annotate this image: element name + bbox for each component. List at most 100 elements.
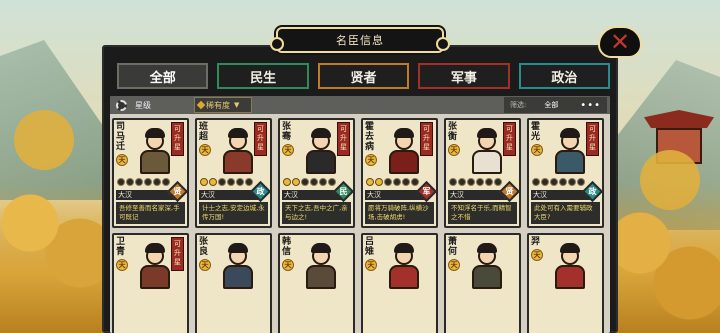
grade-badge: 天 [365,259,377,271]
minister-portrait [217,241,259,291]
star-icon [236,178,244,186]
star-icon [245,178,253,186]
minister-panel: 全部 民生 贤者 军事 政治 星级 稀有度 ▼ 筛选: 全部 ••• 司马迁天可… [102,45,618,333]
close-button[interactable]: ✕ [598,26,642,58]
minister-card[interactable]: 羿天 [527,233,604,333]
star-rating [449,178,502,186]
minister-portrait [383,126,425,176]
grade-badge: 天 [448,144,460,156]
grade-badge: 天 [282,259,294,271]
star-icon [402,178,410,186]
star-icon [126,178,134,186]
star-rating [283,178,336,186]
minister-portrait [549,241,591,291]
grade-badge: 天 [531,144,543,156]
star-icon [117,178,125,186]
star-icon [310,178,318,186]
screen-filter-button[interactable]: 筛选: 全部 ••• [504,97,607,113]
minister-portrait [300,126,342,176]
title-banner: 名臣信息 [270,27,450,53]
star-icon [375,178,383,186]
star-icon [449,178,457,186]
screen-filter-value: 全部 [544,101,559,109]
minister-card[interactable]: 吕雉天 [361,233,438,333]
tab-sage[interactable]: 贤者 [317,63,410,89]
star-icon [559,178,567,186]
rarity-sort-label: 稀有度 [206,100,230,110]
star-icon [393,178,401,186]
diamond-icon [196,100,206,110]
minister-card[interactable]: 司马迁天可升星 大汉贤吾修至善而名家深,手可既记 [112,118,189,228]
minister-name: 张衡 [448,122,458,142]
star-rating [200,178,253,186]
star-icon [458,178,466,186]
star-icon [384,178,392,186]
grade-badge: 天 [116,259,128,271]
star-icon [476,178,484,186]
minister-name: 霍光 [531,122,541,142]
star-icon [218,178,226,186]
star-icon [485,178,493,186]
star-icon [209,178,217,186]
minister-quote: 不知浮名于乐,而精智之不惜 [448,202,517,224]
star-icon [162,178,170,186]
faction-label: 大汉 [201,191,215,199]
minister-portrait [466,241,508,291]
star-icon [467,178,475,186]
tab-livelihood[interactable]: 民生 [217,63,309,89]
background-tree [14,110,74,170]
minister-portrait [300,241,342,291]
minister-quote: 愿将万骑破阵,纵横沙场,击破胡虏! [365,202,434,224]
minister-card[interactable]: 张衡天可升星 大汉贤不知浮名于乐,而精智之不惜 [444,118,521,228]
minister-name: 吕雉 [365,237,375,257]
minister-card[interactable]: 张骞天可升星 大汉民天下之志,吾中之广,亲与边之! [278,118,355,228]
grade-badge: 天 [365,154,377,166]
category-label: 政 [588,187,597,196]
minister-card[interactable]: 张良天 [195,233,272,333]
minister-card[interactable]: 班超天可升星 大汉政计士之志,安定边城,永传万国! [195,118,272,228]
category-tabs: 全部 民生 贤者 军事 政治 [117,63,611,89]
category-label: 贤 [173,187,182,196]
minister-portrait [466,126,508,176]
minister-card[interactable]: 霍去病天可升星 大汉军愿将万骑破阵,纵横沙场,击破胡虏! [361,118,438,228]
star-sort-button[interactable]: 星级 [112,97,182,113]
minister-name: 霍去病 [365,122,375,152]
star-icon [227,178,235,186]
star-icon [532,178,540,186]
star-icon [135,178,143,186]
star-icon [494,178,502,186]
star-rating [366,178,419,186]
faction-label: 大汉 [118,191,132,199]
star-icon [292,178,300,186]
faction-label: 大汉 [450,191,464,199]
star-icon [328,178,336,186]
grade-badge: 天 [199,144,211,156]
star-rating [117,178,170,186]
rarity-sort-button[interactable]: 稀有度 ▼ [194,97,252,113]
grade-badge: 天 [531,249,543,261]
minister-card[interactable]: 霍光天可升星 大汉政此处可有入需要辅政大臣? [527,118,604,228]
tab-politics[interactable]: 政治 [518,63,611,89]
star-rating [532,178,585,186]
minister-card[interactable]: 卫青天可升星 [112,233,189,333]
minister-portrait [134,126,176,176]
star-icon [153,178,161,186]
tab-military[interactable]: 军事 [418,63,510,89]
star-sort-label: 星级 [135,100,151,110]
category-label: 贤 [505,187,514,196]
more-icon: ••• [580,99,601,111]
faction-label: 大汉 [284,191,298,199]
minister-quote: 此处可有入需要辅政大臣? [531,202,600,224]
minister-name: 司马迁 [116,122,126,152]
minister-card[interactable]: 萧何天 [444,233,521,333]
screen-filter-label: 筛选: [510,101,527,109]
tab-all[interactable]: 全部 [117,63,209,89]
grade-badge: 天 [448,259,460,271]
grade-badge: 天 [282,144,294,156]
star-icon [200,178,208,186]
minister-portrait [134,241,176,291]
minister-name: 卫青 [116,237,126,257]
minister-card[interactable]: 韩信天 [278,233,355,333]
category-label: 军 [422,187,431,196]
minister-name: 张骞 [282,122,292,142]
